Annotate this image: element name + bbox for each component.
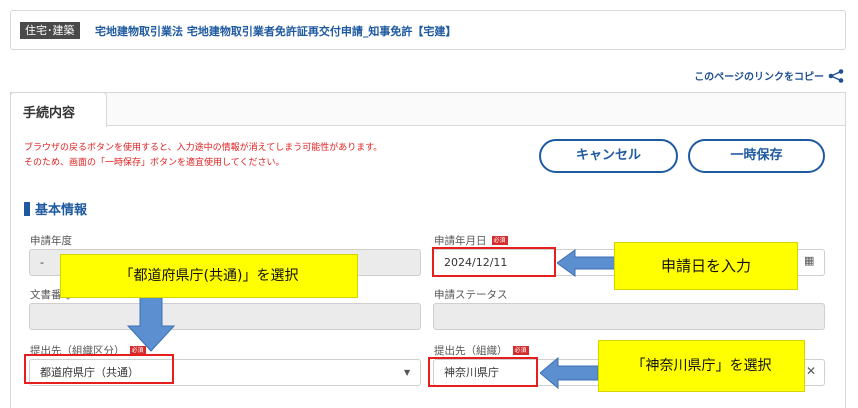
calendar-icon[interactable]: ▦ (804, 254, 814, 267)
required-badge: 必須 (491, 236, 508, 245)
warning-line-1: ブラウザの戻るボタンを使用すると、入力途中の情報が消えてしまう可能性があります。 (24, 143, 383, 153)
section-bar (24, 201, 30, 216)
highlight-org-box (428, 357, 538, 387)
tab-strip: 手続内容 (10, 92, 845, 127)
required-badge: 必須 (512, 346, 529, 355)
tab-procedure-content[interactable]: 手続内容 (10, 92, 107, 127)
highlight-category-box (24, 354, 174, 384)
arrow-down-icon (126, 296, 176, 352)
clear-icon[interactable]: ✕ (806, 364, 816, 378)
application-year-label-text: 申請年度 (30, 235, 72, 247)
application-year-label: 申請年度 (30, 233, 72, 248)
application-date-label-text: 申請年月日 (434, 235, 487, 247)
category-badge: 住宅･建築 (20, 22, 80, 39)
submit-org-label-text: 提出先（組織） (434, 345, 508, 357)
application-status-label: 申請ステータス (434, 287, 508, 302)
warning-line-2: そのため、画面の「一時保存」ボタンを適宜使用してください。 (24, 158, 285, 168)
section-title: 基本情報 (24, 199, 87, 218)
arrow-left-icon (557, 249, 617, 277)
procedure-header: 住宅･建築 宅地建物取引業法 宅地建物取引業者免許証再交付申請_知事免許【宅建】 (10, 10, 846, 50)
procedure-title: 宅地建物取引業法 宅地建物取引業者免許証再交付申請_知事免許【宅建】 (95, 25, 457, 38)
temp-save-button[interactable]: 一時保存 (688, 139, 825, 173)
cancel-button[interactable]: キャンセル (539, 139, 678, 173)
back-button-warning: ブラウザの戻るボタンを使用すると、入力途中の情報が消えてしまう可能性があります。… (24, 141, 382, 171)
application-status-label-text: 申請ステータス (434, 289, 508, 301)
copy-link-label: このページのリンクをコピー (694, 72, 824, 83)
chevron-down-icon[interactable]: ▼ (404, 368, 410, 377)
arrow-left-icon (540, 356, 598, 390)
application-status-field (433, 303, 825, 330)
submit-org-label: 提出先（組織） 必須 (434, 343, 529, 358)
copy-link[interactable]: このページのリンクをコピー (694, 68, 844, 83)
application-date-label: 申請年月日 必須 (434, 233, 508, 248)
callout-select-org: 「神奈川県庁」を選択 (598, 340, 805, 392)
callout-select-category: 「都道府県庁(共通)」を選択 (60, 254, 358, 298)
highlight-date-box (432, 247, 556, 277)
document-number-field (29, 303, 421, 330)
share-icon (828, 68, 844, 83)
section-title-label: 基本情報 (35, 203, 88, 218)
callout-enter-date: 申請日を入力 (614, 242, 798, 290)
